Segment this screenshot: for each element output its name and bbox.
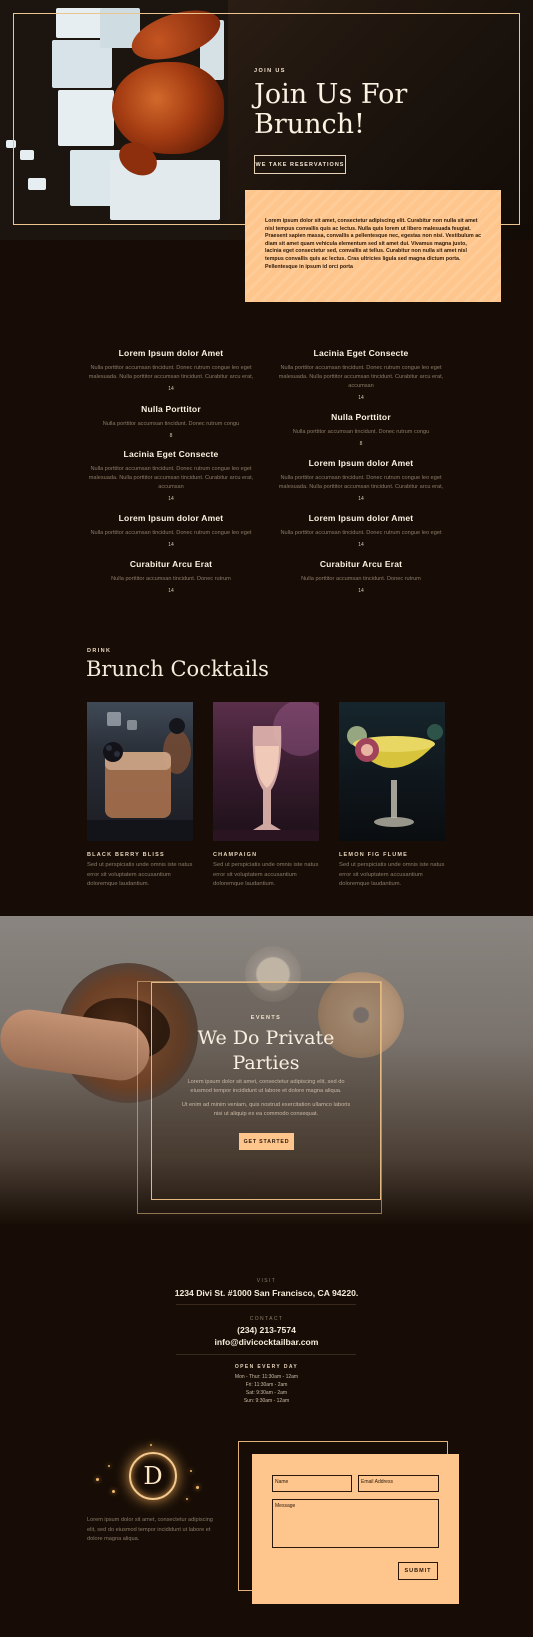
menu-item-price: 14: [358, 395, 364, 401]
address-text: 1234 Divi St. #1000 San Francisco, CA 94…: [174, 1288, 359, 1298]
hero-title-line-1: Join Us For: [254, 79, 408, 110]
champagne-flute-photo: [213, 702, 319, 841]
menu-item-name: Lorem Ipsum dolor Amet: [118, 513, 224, 523]
menu-item-name: Nulla Porttitor: [331, 412, 391, 422]
hero-intro-text: Lorem ipsum dolor sit amet, consectetur …: [265, 218, 482, 270]
menu-item-name: Curabitur Arcu Erat: [319, 559, 403, 569]
menu-item-price: 8: [359, 441, 363, 447]
sparkle-decor: [112, 1490, 115, 1493]
hero-kicker: JOIN US: [254, 68, 286, 74]
events-title: We Do Private Parties: [151, 1026, 381, 1076]
menu-item-name: Lorem Ipsum dolor Amet: [308, 458, 414, 468]
divider: [176, 1354, 356, 1355]
menu-item-description: Nulla porttitor accumsan tincidunt. Done…: [90, 530, 252, 536]
menu-item-name: Lacinia Eget Consecte: [313, 348, 409, 358]
menu-item-description: Nulla porttitor accumsan tincidunt. Done…: [278, 365, 444, 389]
cocktails-title: Brunch Cocktails: [86, 657, 269, 681]
menu-item-description: Nulla porttitor accumsan tincidunt. Done…: [88, 365, 254, 380]
menu-item-price: 14: [168, 542, 174, 548]
menu-item-price: 14: [168, 588, 174, 594]
menu-item-description: Nulla porttitor accumsan tincidunt. Done…: [278, 475, 444, 490]
cocktail-description: Sed ut perspiciatis unde omnis iste natu…: [339, 862, 445, 887]
menu-item: Lorem Ipsum dolor Amet Nulla porttitor a…: [87, 513, 255, 548]
cocktails-kicker: DRINK: [87, 648, 112, 654]
events-paragraph: Ut enim ad minim veniam, quis nostrud ex…: [181, 1102, 351, 1117]
sparkle-decor: [96, 1478, 99, 1481]
contact-label: CONTACT: [249, 1316, 284, 1322]
menu-item-price: 14: [168, 496, 174, 502]
hours-line: Fri: 11:30am - 2am: [245, 1382, 288, 1388]
sparkle-decor: [186, 1498, 188, 1500]
cocktail-description: Sed ut perspiciatis unde omnis iste natu…: [87, 862, 193, 887]
menu-item-name: Lorem Ipsum dolor Amet: [308, 513, 414, 523]
cocktail-name: BLACK BERRY BLISS: [87, 852, 165, 858]
footer-text: Lorem ipsum dolor sit amet, consectetur …: [87, 1517, 213, 1542]
hours-line: Sun: 9:30am - 12am: [243, 1398, 290, 1404]
menu-item-price: 14: [168, 386, 174, 392]
email-field[interactable]: Email Address: [358, 1475, 439, 1492]
menu-item-price: 14: [358, 588, 364, 594]
menu-item-price: 8: [169, 433, 173, 439]
menu-item-price: 14: [358, 496, 364, 502]
menu-item: Lorem Ipsum dolor Amet Nulla porttitor a…: [277, 458, 445, 502]
logo-letter: D: [143, 1462, 163, 1490]
menu-item: Lacinia Eget Consecte Nulla porttitor ac…: [277, 348, 445, 401]
hours-line: Mon - Thur: 11:30am - 12am: [234, 1374, 299, 1380]
get-started-button[interactable]: GET STARTED: [239, 1133, 294, 1150]
hours-label: OPEN EVERY DAY: [234, 1364, 299, 1370]
menu-item: Lacinia Eget Consecte Nulla porttitor ac…: [87, 449, 255, 502]
name-field[interactable]: Name: [272, 1475, 352, 1492]
hours-line: Sat: 9:30am - 2am: [245, 1390, 288, 1396]
menu-item-name: Nulla Porttitor: [141, 404, 201, 414]
menu-item-description: Nulla porttitor accumsan tincidunt. Done…: [292, 429, 430, 435]
coupe-glass-photo: [339, 702, 445, 841]
events-paragraph: Lorem ipsum dolor sit amet, consectetur …: [187, 1079, 345, 1094]
menu-item: Nulla Porttitor Nulla porttitor accumsan…: [87, 404, 255, 439]
divi-logo: D: [129, 1452, 177, 1500]
menu-item-description: Nulla porttitor accumsan tincidunt. Done…: [280, 530, 442, 536]
menu-item-price: 14: [358, 542, 364, 548]
events-title-line-2: Parties: [232, 1052, 300, 1074]
phone-text: (234) 213-7574: [237, 1325, 296, 1335]
sparkle-decor: [196, 1486, 199, 1489]
hero-title: Join Us For Brunch!: [254, 80, 407, 140]
menu-item-name: Lacinia Eget Consecte: [123, 449, 219, 459]
email-link[interactable]: info@divicocktailbar.com: [0, 1337, 533, 1347]
cocktail-name: CHAMPAIGN: [213, 852, 258, 858]
visit-label: VISIT: [256, 1278, 277, 1284]
menu-item: Nulla Porttitor Nulla porttitor accumsan…: [277, 412, 445, 447]
reservations-button[interactable]: WE TAKE RESERVATIONS: [254, 155, 346, 174]
message-field[interactable]: Message: [272, 1499, 439, 1548]
menu-item-name: Lorem Ipsum dolor Amet: [118, 348, 224, 358]
menu-item: Curabitur Arcu Erat Nulla porttitor accu…: [87, 559, 255, 594]
menu-item-description: Nulla porttitor accumsan tincidunt. Done…: [111, 576, 231, 582]
menu-item-name: Curabitur Arcu Erat: [129, 559, 213, 569]
menu-item: Lorem Ipsum dolor Amet Nulla porttitor a…: [277, 513, 445, 548]
menu-item-description: Nulla porttitor accumsan tincidunt. Done…: [88, 466, 254, 490]
sparkle-decor: [108, 1465, 110, 1467]
events-kicker: EVENTS: [250, 1015, 282, 1021]
divider: [176, 1304, 356, 1305]
menu-item: Curabitur Arcu Erat Nulla porttitor accu…: [277, 559, 445, 594]
cocktail-name: LEMON FIG FLUME: [339, 852, 409, 858]
sparkle-decor: [150, 1444, 152, 1446]
menu-item: Lorem Ipsum dolor Amet Nulla porttitor a…: [87, 348, 255, 392]
cocktail-description: Sed ut perspiciatis unde omnis iste natu…: [213, 862, 319, 887]
events-title-line-1: We Do Private: [197, 1027, 335, 1049]
sparkle-decor: [190, 1470, 192, 1472]
menu-item-description: Nulla porttitor accumsan tincidunt. Done…: [301, 576, 421, 582]
submit-button[interactable]: SUBMIT: [398, 1562, 438, 1580]
menu-item-description: Nulla porttitor accumsan tincidunt. Done…: [102, 421, 240, 427]
whiskey-glass-photo: [87, 702, 193, 841]
hero-intro-card: Lorem ipsum dolor sit amet, consectetur …: [245, 190, 501, 302]
hero-title-line-2: Brunch!: [254, 109, 365, 140]
